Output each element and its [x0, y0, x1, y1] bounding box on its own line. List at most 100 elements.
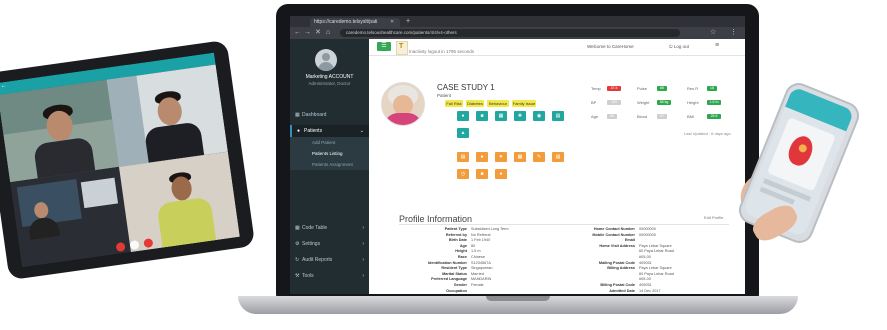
- vital-badge-bp: 120: [607, 100, 621, 105]
- calendar-icon[interactable]: ▦: [495, 111, 507, 121]
- logout-label: Log out: [673, 44, 689, 49]
- laptop-notch: [486, 296, 550, 301]
- medication-icon[interactable]: ●: [476, 152, 488, 162]
- sidebar-item-label: Settings: [302, 241, 321, 247]
- vital-badge-temp: 37.5: [607, 86, 621, 91]
- star-icon[interactable]: ☆: [710, 28, 716, 38]
- sidebar-item-dashboard[interactable]: ▦ Dashboard: [290, 109, 369, 121]
- avatar-head: [322, 53, 330, 61]
- browser-tab-bar: https://caredemo.telsyslt/pati ✕ +: [290, 16, 745, 27]
- address-bar[interactable]: caredemo.telsoushealthcare.com/patients/…: [340, 29, 680, 37]
- tag-fall-risk[interactable]: Fall Risk: [445, 100, 463, 107]
- camera-icon[interactable]: ◉: [533, 111, 545, 121]
- vital-badge-resr: 18: [707, 86, 717, 91]
- back-arrow-icon[interactable]: ←: [0, 83, 7, 90]
- user-name: Marketing ACCOUNT: [305, 74, 354, 80]
- vital-badge-blood: O+: [657, 114, 667, 119]
- sidebar-item-label: Dashboard: [302, 112, 327, 118]
- patient-photo: [381, 82, 425, 126]
- profile-field-label: Occupation: [446, 288, 467, 293]
- sidebar-item-code-table[interactable]: ▦ Code Table ›: [290, 222, 369, 234]
- video-call-screen: ←: [0, 52, 240, 268]
- vital-badge-height: 1.5 m: [707, 100, 721, 105]
- video-tile-4: [118, 151, 240, 253]
- shared-screen: [80, 177, 119, 209]
- chat-icon[interactable]: ■: [476, 111, 488, 121]
- report-icon[interactable]: ▦: [514, 152, 526, 162]
- tag-diabetes[interactable]: Diabetes: [466, 100, 484, 107]
- chevron-right-icon: ›: [362, 257, 364, 263]
- welcome-text: Welcome to CareHome: [587, 44, 634, 49]
- edit-icon[interactable]: ✎: [533, 152, 545, 162]
- sidebar-item-audit-reports[interactable]: ↻ Audit Reports ›: [290, 254, 369, 266]
- profile-field-value: Female: [471, 283, 484, 287]
- profile-title: Profile Information: [399, 214, 473, 224]
- hamburger-menu-button[interactable]: ☰: [377, 42, 391, 51]
- task-icon[interactable]: ▲: [457, 128, 469, 138]
- browser-nav-bar: ← → ✕ ⌂ caredemo.telsoushealthcare.com/p…: [290, 27, 745, 39]
- alarm-icon[interactable]: ●: [495, 169, 507, 179]
- sidebar: Marketing ACCOUNT Administrator, Doctor …: [290, 39, 369, 294]
- sidebar-subitem-add-patient[interactable]: Add Patient: [290, 137, 369, 148]
- dashboard-icon: ▦: [295, 112, 300, 118]
- sidebar-subitem-patients-listing[interactable]: Patients Listing: [290, 148, 369, 159]
- tag-family-issue[interactable]: Family Issue: [512, 100, 536, 107]
- vital-badge-weight: 58 kg: [657, 100, 671, 105]
- video-tile-3: [10, 166, 131, 268]
- vital-label: Weight: [637, 100, 650, 105]
- vital-badge-pulse: 86: [657, 86, 667, 91]
- user-icon: ●: [297, 128, 301, 134]
- avatar: [315, 49, 337, 71]
- browser-tab[interactable]: https://caredemo.telsyslt/pati: [310, 18, 400, 27]
- chevron-right-icon: ›: [362, 273, 364, 279]
- gear-icon: ⚙: [295, 241, 300, 247]
- sidebar-item-patients[interactable]: ● Patients ⌄: [290, 125, 369, 137]
- laptop-screen: https://caredemo.telsyslt/pati ✕ + ← → ✕…: [290, 16, 745, 294]
- vital-badge-bmi: 25.8: [707, 114, 721, 119]
- vitals-icon[interactable]: ♥: [495, 152, 507, 162]
- vital-label: Height: [687, 100, 699, 105]
- folder-icon[interactable]: ■: [476, 169, 488, 179]
- vital-label: BMI: [687, 114, 695, 119]
- notes-icon[interactable]: ▤: [457, 152, 469, 162]
- logo-mark: T: [399, 43, 404, 50]
- medical-icon[interactable]: ✚: [514, 111, 526, 121]
- sidebar-subitem-patients-assignment[interactable]: Patients Assignment: [290, 159, 369, 170]
- vital-badge-age: 80: [607, 114, 617, 119]
- home-icon[interactable]: ⌂: [326, 28, 330, 38]
- back-icon[interactable]: ←: [294, 28, 301, 38]
- main-content: CASE STUDY 1 Patient Fall Risk Diabetes …: [369, 56, 745, 294]
- table-icon: ▦: [295, 225, 300, 231]
- divider: [399, 224, 729, 225]
- sidebar-item-label: Audit Reports: [302, 257, 333, 263]
- vital-label: Res R: [687, 86, 699, 91]
- history-icon[interactable]: ◷: [457, 169, 469, 179]
- participant-body: [156, 196, 217, 248]
- sidebar-item-label: Tools: [302, 273, 314, 279]
- stop-icon[interactable]: ✕: [315, 28, 321, 38]
- case-title: CASE STUDY 1: [437, 83, 495, 92]
- wrench-icon: ⚒: [295, 273, 300, 279]
- tablet-device: ←: [0, 39, 256, 281]
- sidebar-item-tools[interactable]: ⚒ Tools ›: [290, 270, 369, 282]
- vital-label: BP: [591, 100, 597, 105]
- menu-dots-icon[interactable]: ⋮: [730, 28, 737, 38]
- profile-field-label: Admitted Date: [609, 288, 635, 293]
- video-tile-1: [0, 79, 119, 183]
- tag-behaviour[interactable]: Behaviour: [487, 100, 509, 107]
- clipboard-icon[interactable]: ▤: [552, 152, 564, 162]
- new-tab-icon[interactable]: +: [406, 17, 410, 26]
- sidebar-item-settings[interactable]: ⚙ Settings ›: [290, 238, 369, 250]
- participant-face: [155, 95, 184, 127]
- user-role: Administrator, Doctor: [308, 81, 351, 86]
- edit-profile-link[interactable]: Edit Profile: [704, 215, 723, 220]
- forward-icon[interactable]: →: [304, 28, 311, 38]
- profile-icon[interactable]: ●: [457, 111, 469, 121]
- photo-face: [393, 95, 413, 115]
- close-tab-icon[interactable]: ✕: [390, 18, 394, 27]
- patient-label: Patient: [437, 93, 452, 98]
- document-icon[interactable]: ▤: [552, 111, 564, 121]
- logout-link[interactable]: ⏻ Log out: [669, 44, 689, 49]
- vital-label: Age: [591, 114, 599, 119]
- settings-icon[interactable]: ≡: [715, 42, 719, 49]
